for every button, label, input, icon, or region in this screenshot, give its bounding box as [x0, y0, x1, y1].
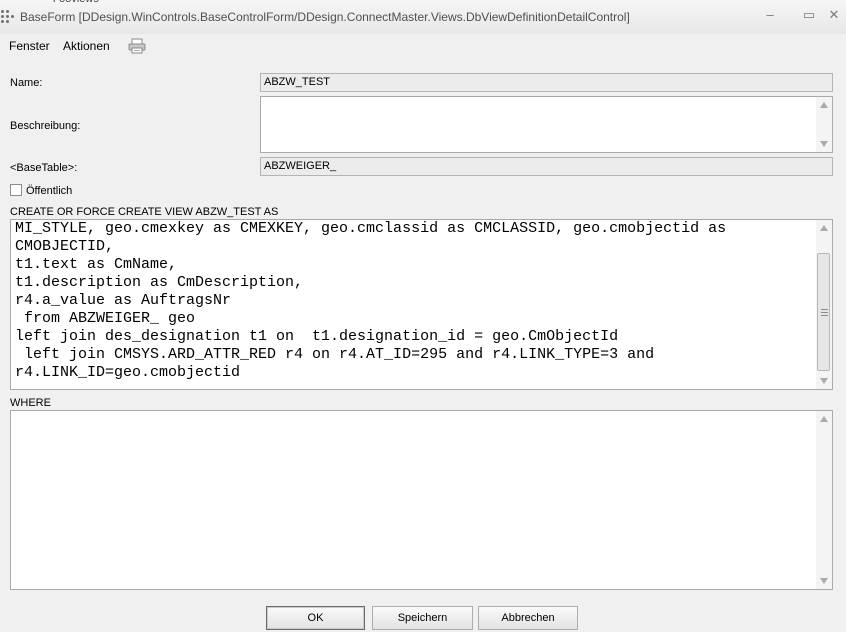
public-checkbox[interactable] — [10, 184, 22, 196]
scroll-down-icon[interactable] — [820, 378, 828, 384]
basetable-field[interactable]: ABZWEIGER_ — [260, 157, 833, 176]
scroll-up-icon[interactable] — [820, 225, 828, 231]
title-bar: l-ooviews BaseForm [DDesign.WinControls.… — [0, 0, 846, 35]
printer-icon[interactable] — [128, 38, 146, 54]
sql-scrollbar[interactable] — [816, 220, 832, 389]
menu-fenster[interactable]: Fenster — [9, 39, 50, 53]
ok-button[interactable]: OK — [266, 606, 365, 630]
where-scrollbar[interactable] — [816, 411, 832, 589]
sql-editor[interactable]: MI_STYLE, geo.cmexkey as CMEXKEY, geo.cm… — [10, 219, 833, 390]
maximize-icon[interactable]: ▭ — [797, 4, 821, 26]
app-icon — [1, 10, 15, 24]
menu-bar: Fenster Aktionen — [0, 34, 846, 58]
menu-aktionen[interactable]: Aktionen — [63, 39, 110, 53]
description-textarea[interactable] — [260, 96, 833, 153]
name-field[interactable]: ABZW_TEST — [260, 73, 833, 92]
scroll-thumb[interactable] — [817, 253, 830, 371]
where-textarea[interactable] — [10, 410, 833, 590]
name-label: Name: — [10, 77, 43, 89]
save-button[interactable]: Speichern — [372, 606, 473, 630]
description-label: Beschreibung: — [10, 120, 81, 132]
basetable-label: <BaseTable>: — [10, 162, 78, 174]
where-label: WHERE — [10, 397, 51, 409]
sql-text: MI_STYLE, geo.cmexkey as CMEXKEY, geo.cm… — [15, 220, 727, 381]
scroll-up-icon[interactable] — [820, 416, 828, 422]
description-scrollbar[interactable] — [816, 97, 832, 152]
scroll-down-icon[interactable] — [820, 141, 828, 147]
minimize-icon[interactable]: – — [758, 4, 782, 26]
scroll-up-icon[interactable] — [820, 102, 828, 108]
cancel-button[interactable]: Abbrechen — [478, 606, 578, 630]
create-view-label: CREATE OR FORCE CREATE VIEW ABZW_TEST AS — [10, 206, 279, 218]
close-icon[interactable]: ✕ — [822, 4, 846, 26]
scroll-down-icon[interactable] — [820, 578, 828, 584]
public-label: Öffentlich — [26, 185, 73, 197]
window-title: BaseForm [DDesign.WinControls.BaseContro… — [20, 10, 630, 24]
background-window-text: l-ooviews — [53, 0, 183, 3]
